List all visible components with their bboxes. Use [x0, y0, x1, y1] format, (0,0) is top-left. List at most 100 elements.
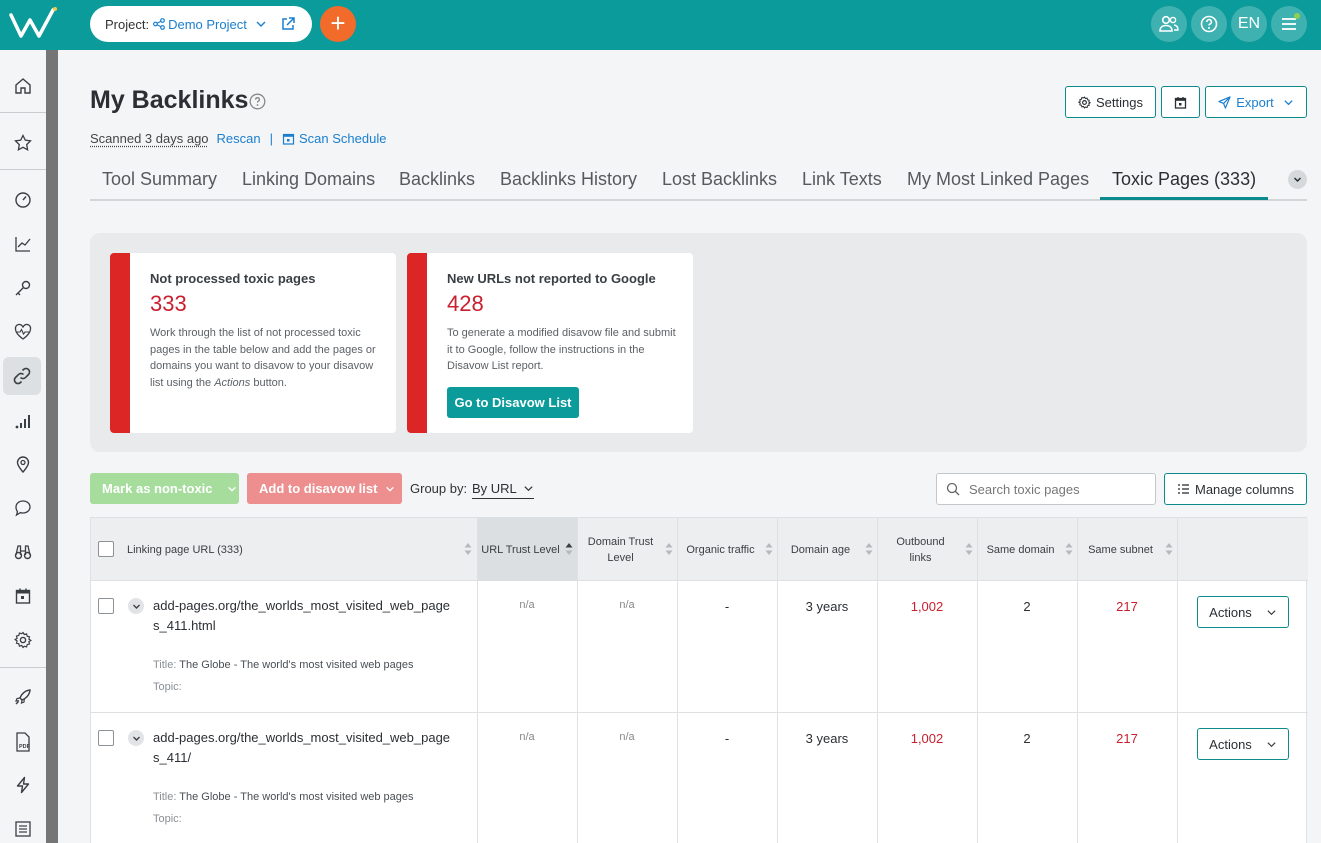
row-checkbox[interactable] — [98, 730, 114, 746]
outbound-links-value[interactable]: 1,002 — [877, 599, 977, 614]
col-linking-page-url[interactable]: Linking page URL (333) — [91, 518, 477, 581]
url-trust-value: n/a — [519, 731, 535, 743]
tab-bar: Tool Summary Linking Domains Backlinks B… — [90, 164, 1307, 201]
group-by-value: By URL — [472, 480, 517, 496]
linking-page-url[interactable]: add-pages.org/the_worlds_most_visited_we… — [153, 596, 453, 635]
group-by-select[interactable]: By URL — [472, 478, 534, 499]
list-icon[interactable] — [8, 814, 38, 843]
sort-icon — [665, 543, 673, 555]
more-tabs-button[interactable] — [1288, 170, 1307, 189]
share-nodes-icon — [153, 18, 165, 30]
table-row: add-pages.org/the_worlds_most_visited_we… — [91, 581, 1308, 713]
go-to-disavow-button[interactable]: Go to Disavow List — [447, 387, 579, 418]
gear-icon[interactable] — [8, 625, 38, 655]
sort-icon — [1165, 543, 1173, 555]
key-icon[interactable] — [8, 273, 38, 303]
top-bar: Project: Demo Project + EN — [0, 0, 1321, 50]
home-icon[interactable] — [8, 71, 38, 101]
scan-schedule-link[interactable]: Scan Schedule — [299, 131, 386, 146]
search-placeholder: Search toxic pages — [969, 481, 1080, 497]
col-same-domain[interactable]: Same domain — [977, 518, 1077, 581]
export-button[interactable]: Export — [1205, 86, 1307, 118]
menu-icon[interactable] — [1271, 6, 1307, 42]
chevron-down-icon — [524, 485, 533, 491]
rocket-icon[interactable] — [8, 682, 38, 712]
table-row: add-pages.org/the_worlds_most_visited_we… — [91, 713, 1308, 843]
search-input[interactable]: Search toxic pages — [936, 473, 1156, 505]
col-same-subnet[interactable]: Same subnet — [1077, 518, 1177, 581]
language-selector[interactable]: EN — [1231, 6, 1267, 42]
add-to-disavow-button[interactable]: Add to disavow list — [247, 473, 402, 504]
not-processed-card: Not processed toxic pages 333 Work throu… — [110, 253, 396, 433]
page-topic-meta: Topic: — [153, 681, 182, 693]
manage-columns-button[interactable]: Manage columns — [1164, 473, 1307, 505]
link-icon[interactable] — [3, 357, 41, 395]
external-link-icon[interactable] — [281, 17, 295, 31]
tab-backlinks-history[interactable]: Backlinks History — [500, 169, 637, 190]
gear-icon — [1078, 95, 1091, 109]
tab-link-texts[interactable]: Link Texts — [802, 169, 882, 190]
tab-tool-summary[interactable]: Tool Summary — [102, 169, 217, 190]
actions-button[interactable]: Actions — [1197, 596, 1289, 628]
page-topic-meta: Topic: — [153, 813, 182, 825]
chevron-down-icon — [227, 486, 236, 492]
mark-non-toxic-button[interactable]: Mark as non-toxic — [90, 473, 239, 504]
tab-toxic-pages[interactable]: Toxic Pages (333) — [1112, 169, 1256, 190]
expand-row-button[interactable] — [128, 730, 144, 746]
expand-row-button[interactable] — [128, 598, 144, 614]
sort-icon — [965, 543, 973, 555]
card-description: To generate a modified disavow file and … — [447, 327, 676, 372]
chevron-down-icon — [1267, 741, 1276, 747]
export-label: Export — [1236, 94, 1274, 110]
binoculars-icon[interactable] — [8, 537, 38, 567]
add-button[interactable]: + — [320, 6, 356, 42]
col-actions — [1177, 518, 1308, 581]
page-title: My Backlinks — [90, 86, 249, 114]
settings-label: Settings — [1096, 94, 1143, 110]
calendar-icon — [282, 133, 295, 145]
col-url-trust-level[interactable]: URL Trust Level — [477, 518, 577, 581]
project-selector[interactable]: Project: Demo Project — [90, 6, 312, 42]
line-chart-icon[interactable] — [8, 229, 38, 259]
lightning-icon[interactable] — [8, 770, 38, 800]
url-trust-value: n/a — [519, 599, 535, 611]
calendar-button[interactable] — [1161, 86, 1200, 118]
col-domain-trust-level[interactable]: Domain Trust Level — [577, 518, 677, 581]
col-organic-traffic[interactable]: Organic traffic — [677, 518, 777, 581]
question-circle-icon[interactable] — [249, 93, 266, 110]
row-checkbox[interactable] — [98, 598, 114, 614]
outbound-links-value[interactable]: 1,002 — [877, 731, 977, 746]
col-domain-age[interactable]: Domain age — [777, 518, 877, 581]
map-pin-icon[interactable] — [8, 449, 38, 479]
page-title-meta: Title: The Globe - The world's most visi… — [153, 659, 414, 671]
chat-bubble-icon[interactable] — [8, 493, 38, 523]
rescan-link[interactable]: Rescan — [217, 131, 261, 146]
tab-linking-domains[interactable]: Linking Domains — [242, 169, 375, 190]
tab-lost-backlinks[interactable]: Lost Backlinks — [662, 169, 777, 190]
linking-page-url[interactable]: add-pages.org/the_worlds_most_visited_we… — [153, 728, 453, 767]
tab-my-most-linked-pages[interactable]: My Most Linked Pages — [907, 169, 1089, 190]
actions-button[interactable]: Actions — [1197, 728, 1289, 760]
same-subnet-value[interactable]: 217 — [1077, 599, 1177, 614]
bar-signal-icon[interactable] — [8, 407, 38, 437]
same-subnet-value[interactable]: 217 — [1077, 731, 1177, 746]
scanned-text: Scanned 3 days ago — [90, 131, 209, 146]
star-icon[interactable] — [8, 128, 38, 158]
columns-icon — [1178, 484, 1189, 494]
sort-icon — [464, 543, 472, 555]
logo-icon[interactable] — [8, 6, 60, 42]
col-outbound-links[interactable]: Outbound links — [877, 518, 977, 581]
dashboard-icon[interactable] — [8, 185, 38, 215]
help-icon[interactable] — [1191, 6, 1227, 42]
project-label: Project: — [105, 16, 150, 32]
users-icon[interactable] — [1151, 6, 1187, 42]
project-name: Demo Project — [168, 16, 247, 32]
heart-pulse-icon[interactable] — [8, 317, 38, 347]
card-description: Work through the list of not processed t… — [150, 327, 376, 389]
card-accent — [110, 253, 130, 433]
pdf-icon[interactable]: PDF — [8, 727, 38, 757]
sort-icon — [865, 543, 873, 555]
settings-button[interactable]: Settings — [1065, 86, 1156, 118]
tab-backlinks[interactable]: Backlinks — [399, 169, 475, 190]
calendar-icon[interactable] — [8, 581, 38, 611]
